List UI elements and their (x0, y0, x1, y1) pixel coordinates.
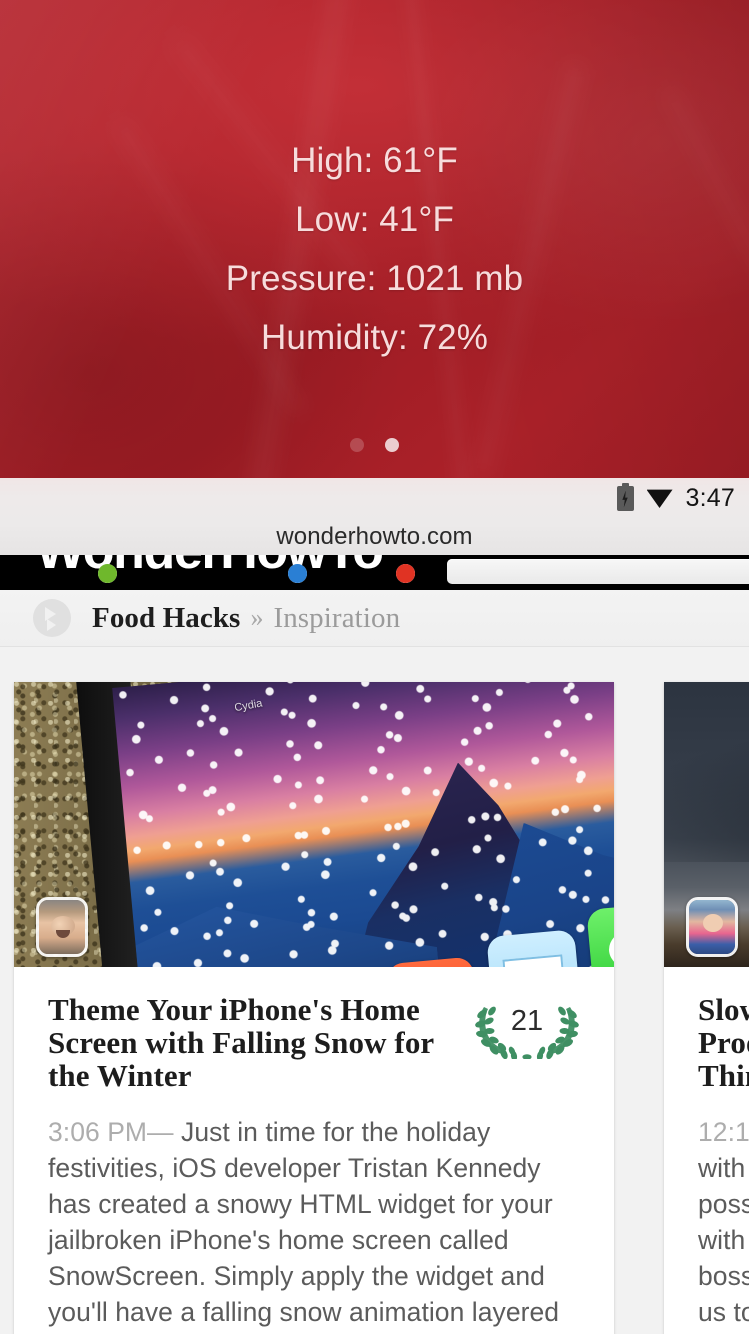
article-excerpt-line: possi (698, 1189, 749, 1219)
article-card[interactable]: SlowProdThin 12:16 with c possi with t bosse… (664, 682, 749, 1334)
weather-widget[interactable]: High: 61°F Low: 41°F Pressure: 1021 mb H… (0, 0, 749, 478)
weather-pressure: Pressure: 1021 mb (225, 259, 524, 298)
article-excerpt-text: Just in time for the holiday festivities… (48, 1117, 560, 1334)
page-dot-1[interactable] (350, 438, 365, 452)
header-search-input[interactable] (447, 559, 749, 584)
status-bar-right-group: 3:47 (616, 478, 735, 518)
article-title-line: Thin (698, 1058, 749, 1093)
article-excerpt: 3:06 PM— Just in time for the holiday fe… (48, 1114, 582, 1334)
article-feed[interactable]: Cydia Messages Theme Your iPhone's Home … (0, 647, 749, 1334)
breadcrumb-item-food-hacks[interactable]: Food Hacks (92, 602, 240, 635)
avatar-image (689, 900, 735, 954)
logo-dot-blue-icon (288, 564, 307, 583)
article-body: SlowProdThin 12:16 with c possi with t bosse… (664, 967, 749, 1334)
status-bar: 3:47 (0, 478, 749, 518)
logo-dot-red-icon (396, 564, 415, 583)
article-timestamp: 3:06 PM (48, 1117, 148, 1147)
article-thumbnail[interactable] (664, 682, 749, 967)
article-title-row: Theme Your iPhone's Home Screen with Fal… (48, 993, 582, 1092)
article-title[interactable]: Theme Your iPhone's Home Screen with Fal… (48, 993, 456, 1092)
avatar-image (39, 900, 85, 954)
weather-humidity: Humidity: 72% (261, 318, 488, 357)
breadcrumb-separator: » (250, 603, 264, 632)
article-title[interactable]: SlowProdThin (698, 993, 749, 1092)
article-thumbnail[interactable]: Cydia Messages (14, 682, 614, 967)
breadcrumb: Food Hacks » Inspiration (0, 590, 749, 647)
wonderhowto-circle-icon (33, 599, 71, 637)
article-title-line: Slow (698, 992, 749, 1027)
avatar[interactable] (686, 897, 738, 957)
battery-charging-icon (616, 482, 634, 511)
falling-snow-overlay (112, 682, 614, 967)
site-logo[interactable]: WonderHowTo (36, 555, 384, 581)
laurel-wreath-icon: 21 (472, 997, 582, 1059)
breadcrumb-item-inspiration[interactable]: Inspiration (273, 602, 400, 635)
article-excerpt-line: with t (698, 1225, 749, 1255)
weather-high: High: 61°F (291, 141, 458, 180)
article-excerpt-line: with c (698, 1153, 749, 1183)
article-excerpt-line: bosse (698, 1261, 749, 1291)
mail-app-icon (486, 929, 582, 967)
article-title-line: Prod (698, 1025, 749, 1060)
article-body: Theme Your iPhone's Home Screen with Fal… (14, 967, 614, 1334)
excerpt-dash: — (147, 1117, 174, 1147)
badge-count: 21 (510, 1005, 544, 1037)
status-bar-clock: 3:47 (685, 483, 735, 512)
wifi-icon (646, 489, 673, 508)
article-excerpt: 12:16with cpossiwith tbosseus today, f (698, 1114, 749, 1334)
site-header: WonderHowTo (0, 555, 749, 590)
weather-page-indicator[interactable] (0, 438, 749, 452)
weather-details-list: High: 61°F Low: 41°F Pressure: 1021 mb H… (0, 131, 749, 367)
article-card[interactable]: Cydia Messages Theme Your iPhone's Home … (14, 682, 614, 1334)
url-bar[interactable]: wonderhowto.com (0, 518, 749, 555)
logo-dot-green-icon (98, 564, 117, 583)
url-text[interactable]: wonderhowto.com (276, 523, 472, 551)
phone-screen: Cydia Messages (112, 682, 614, 967)
weather-low: Low: 41°F (295, 200, 454, 239)
storm-cloud (664, 704, 749, 862)
thumbnail-image: Cydia Messages (14, 682, 614, 967)
avatar[interactable] (36, 897, 88, 957)
page-dot-2[interactable] (384, 438, 399, 452)
article-excerpt-line: us to (698, 1297, 749, 1327)
article-title-row: SlowProdThin (698, 993, 749, 1092)
article-timestamp: 12:16 (698, 1117, 749, 1147)
browser-chrome: 3:47 wonderhowto.com (0, 478, 749, 555)
